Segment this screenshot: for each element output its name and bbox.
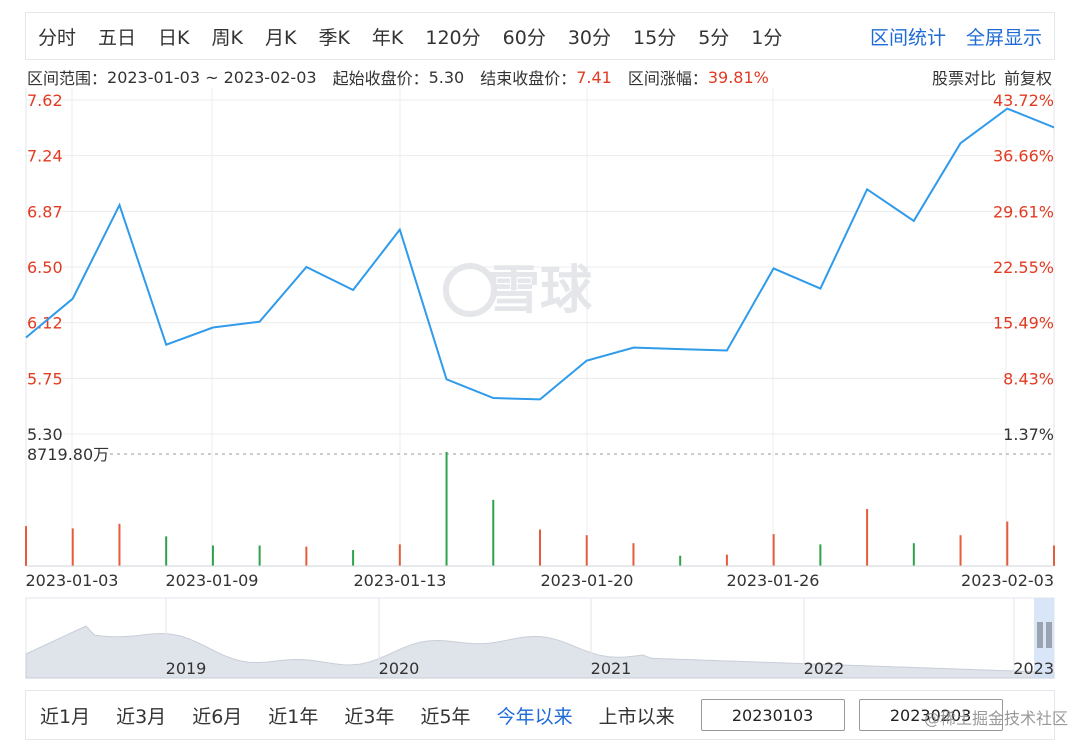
range-button-1[interactable]: 近3月: [116, 702, 166, 729]
y-right-tick-label: 1.37%: [1003, 425, 1054, 444]
range-selector-bar: 近1月 近3月 近6月 近1年 近3年 近5年 今年以来 上市以来: [25, 690, 1055, 740]
x-tick-label: 2023-01-13: [354, 571, 447, 590]
adjust-mode-button[interactable]: 前复权: [1004, 65, 1052, 89]
range-button-0[interactable]: 近1月: [40, 702, 90, 729]
y-right-tick-label: 15.49%: [993, 314, 1054, 333]
info-actions: 股票对比 前复权: [924, 65, 1052, 89]
y-right-tick-label: 8.43%: [1003, 369, 1054, 388]
top-actions: 区间统计 全屏显示: [850, 23, 1042, 50]
overview-handle-icon: [1046, 622, 1052, 648]
period-tab-12[interactable]: 1分: [751, 23, 782, 50]
y-left-tick-label: 5.75: [27, 369, 63, 388]
overview-handle-icon: [1037, 622, 1043, 648]
stock-compare-button[interactable]: 股票对比: [932, 65, 996, 89]
change-label: 区间涨幅：: [627, 69, 708, 88]
period-tab-4[interactable]: 月K: [265, 23, 296, 50]
y-left-tick-label: 6.87: [27, 202, 63, 221]
x-tick-label: 2023-01-20: [541, 571, 634, 590]
end-price-value: 7.41: [576, 67, 612, 87]
y-left-tick-label: 7.62: [27, 91, 63, 110]
credit-watermark: @稀土掘金技术社区: [923, 709, 1068, 728]
range-button-3[interactable]: 近1年: [268, 702, 318, 729]
period-tab-2[interactable]: 日K: [158, 23, 189, 50]
price-line: [25, 107, 1055, 401]
fullscreen-button[interactable]: 全屏显示: [966, 23, 1042, 50]
y-right-tick-label: 22.55%: [993, 258, 1054, 277]
period-tab-11[interactable]: 5分: [698, 23, 729, 50]
overview-year-label: 2019: [166, 659, 207, 678]
range-button-7[interactable]: 上市以来: [599, 702, 675, 729]
period-tab-7[interactable]: 120分: [425, 23, 480, 50]
period-tab-10[interactable]: 15分: [633, 23, 676, 50]
period-toolbar: 分时 五日 日K 周K 月K 季K 年K 120分 60分 30分 15分 5分 1分 区间统计 全屏显…: [25, 12, 1055, 60]
range-label: 区间范围：: [27, 69, 108, 88]
overview-year-label: 2023: [1013, 659, 1054, 678]
range-button-6[interactable]: 今年以来: [497, 702, 573, 729]
period-tab-3[interactable]: 周K: [212, 23, 243, 50]
period-tab-1[interactable]: 五日: [98, 23, 136, 50]
y-right-tick-label: 36.66%: [993, 147, 1054, 166]
y-left-tick-label: 5.30: [27, 425, 63, 444]
period-tab-5[interactable]: 季K: [318, 23, 349, 50]
y-left-tick-label: 6.50: [27, 258, 63, 277]
xueqiu-watermark: 雪球: [488, 261, 593, 321]
period-tab-6[interactable]: 年K: [372, 23, 403, 50]
overview-year-label: 2021: [591, 659, 632, 678]
start-price-value: 5.30: [428, 67, 465, 87]
price-chart[interactable]: 雪球 7.62 43.72% 7.24 36.66% 6.87 29.61% 6.50 22.5…: [0, 88, 1080, 688]
x-tick-label: 2023-02-03: [961, 571, 1054, 590]
period-tab-8[interactable]: 60分: [503, 23, 546, 50]
x-tick-label: 2023-01-09: [166, 571, 259, 590]
volume-max-label: 8719.80万: [27, 445, 109, 464]
range-button-5[interactable]: 近5年: [420, 702, 470, 729]
period-tab-9[interactable]: 30分: [568, 23, 611, 50]
change-value: 39.81%: [707, 67, 769, 87]
watermark-logo-icon: [443, 263, 497, 317]
overview-year-label: 2022: [804, 659, 845, 678]
overview-year-label: 2020: [379, 659, 420, 678]
y-right-tick-label: 43.72%: [993, 91, 1054, 110]
period-tab-0[interactable]: 分时: [38, 23, 76, 50]
range-button-2[interactable]: 近6月: [192, 702, 242, 729]
start-price-label: 起始收盘价：: [332, 69, 429, 88]
y-right-tick-label: 29.61%: [993, 202, 1054, 221]
x-tick-label: 2023-01-03: [26, 571, 119, 590]
range-info-bar: 区间范围： 2023-01-03 ~ 2023-02-03 起始收盘价： 5.3…: [27, 65, 1052, 89]
range-buttons: 近1月 近3月 近6月 近1年 近3年 近5年 今年以来 上市以来: [40, 702, 701, 729]
period-tabs: 分时 五日 日K 周K 月K 季K 年K 120分 60分 30分 15分 5分 1分: [38, 23, 804, 50]
range-button-4[interactable]: 近3年: [344, 702, 394, 729]
range-value: 2023-01-03 ~ 2023-02-03: [107, 67, 317, 87]
start-date-input[interactable]: [700, 699, 845, 731]
end-price-label: 结束收盘价：: [480, 69, 577, 88]
y-left-tick-label: 7.24: [27, 147, 63, 166]
range-stats-button[interactable]: 区间统计: [870, 23, 946, 50]
x-tick-label: 2023-01-26: [727, 571, 820, 590]
